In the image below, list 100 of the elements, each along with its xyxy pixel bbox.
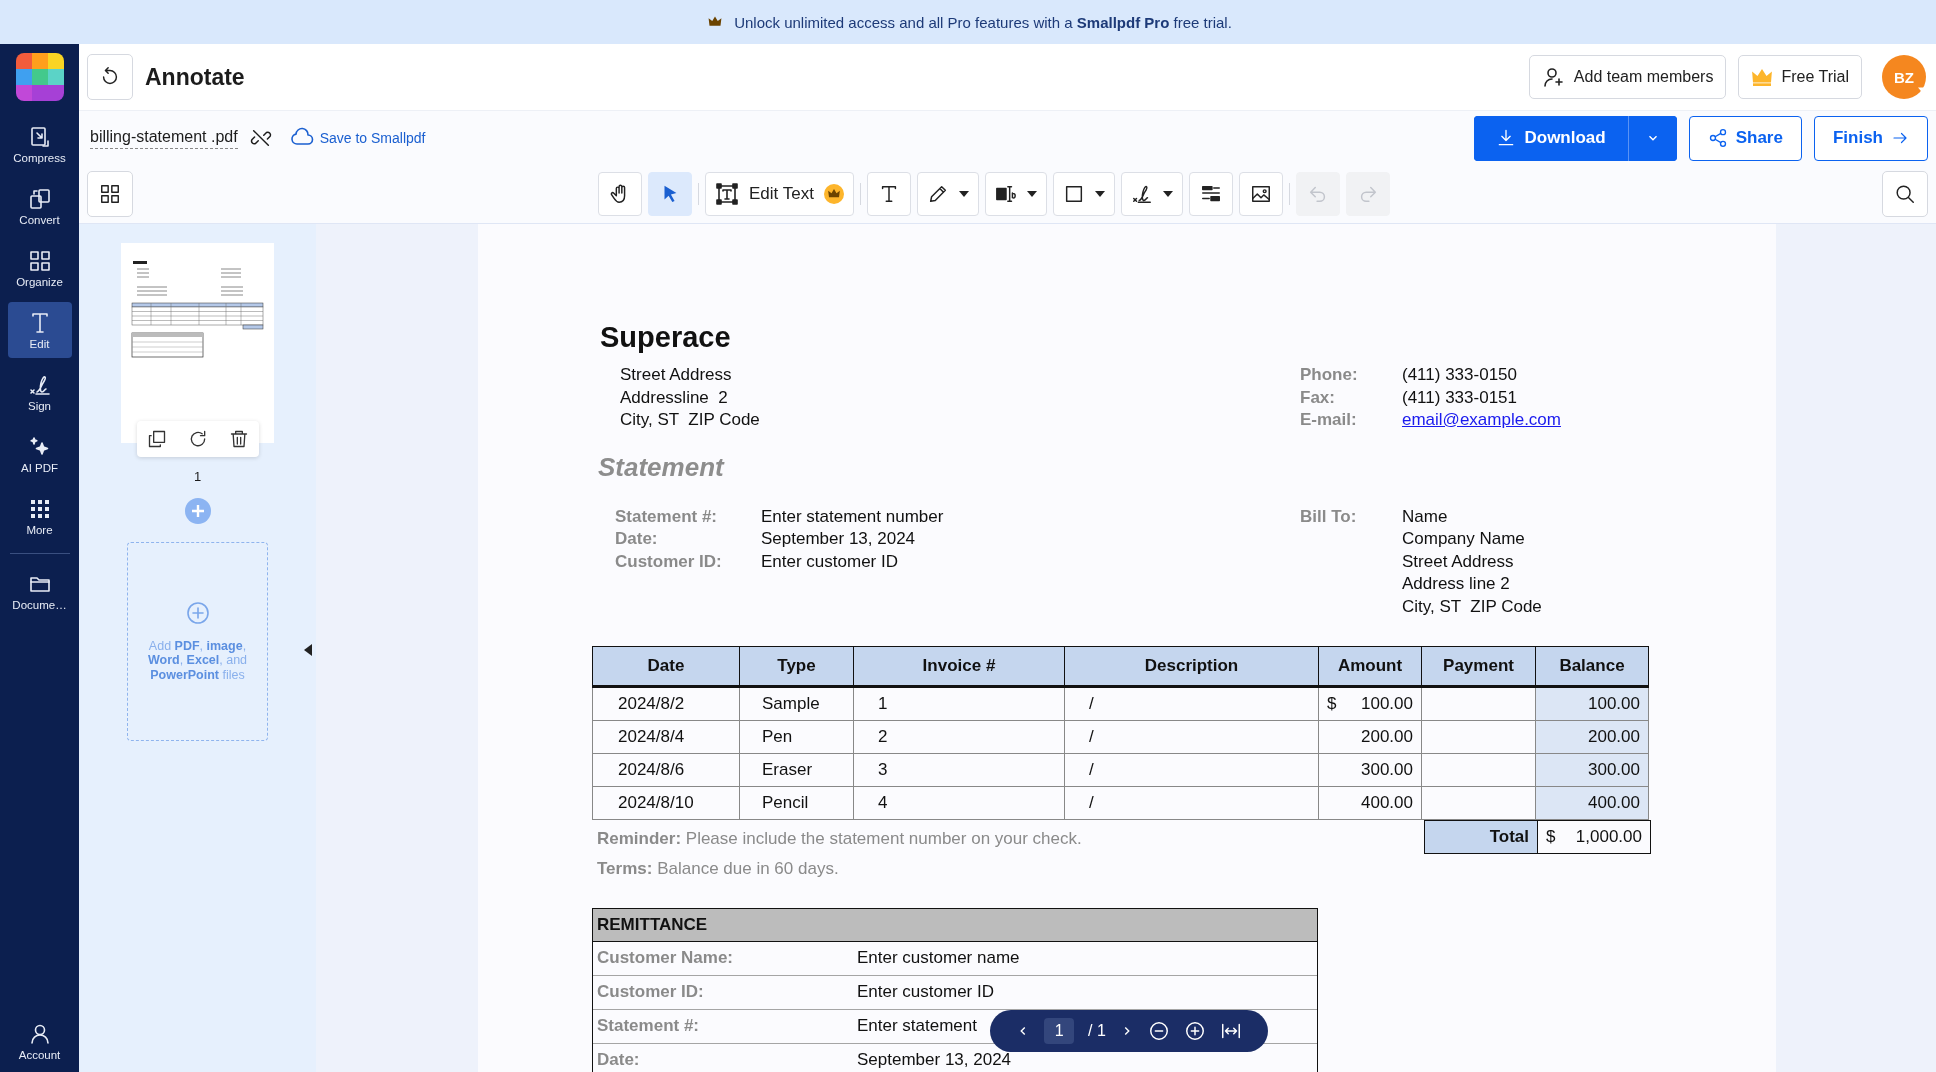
- zoom-out-button[interactable]: [1147, 1020, 1170, 1042]
- table-cell: Eraser: [739, 753, 854, 787]
- total-value: $ 1,000.00: [1537, 820, 1651, 854]
- column-header: Description: [1064, 646, 1319, 687]
- column-header: Type: [739, 646, 854, 687]
- tool-button[interactable]: [598, 172, 642, 216]
- tool-button[interactable]: [984, 172, 1047, 216]
- page-input[interactable]: 1: [1044, 1018, 1075, 1044]
- column-header: Amount: [1318, 646, 1422, 687]
- field-value: Enter statement number: [761, 505, 945, 528]
- bill-to-line: Company Name: [1402, 528, 1526, 550]
- bill-to-line: Name: [1402, 505, 1449, 528]
- copy-icon: [147, 429, 168, 449]
- tool-button[interactable]: [1188, 172, 1233, 216]
- tool-button[interactable]: [1120, 172, 1183, 216]
- table-cell: 2024/8/10: [592, 786, 740, 820]
- table-cell: $ 100.00: [1318, 686, 1422, 721]
- tool-button[interactable]: [916, 172, 979, 216]
- thumbnails-toggle[interactable]: [87, 171, 133, 217]
- rotate-button[interactable]: [188, 429, 208, 449]
- add-user-icon: [1541, 65, 1566, 89]
- table-cell: 400.00: [1535, 786, 1649, 820]
- remittance-title: REMITTANCE: [593, 909, 1317, 942]
- convert-icon: [27, 186, 52, 211]
- table-cell: 2024/8/6: [592, 753, 740, 787]
- sidebar-item[interactable]: Docume…: [7, 563, 72, 619]
- remittance-value: Enter customer name: [857, 947, 1020, 970]
- table-cell: /: [1064, 686, 1319, 721]
- column-header: Payment: [1421, 646, 1536, 687]
- remittance-value: Enter customer ID: [857, 981, 994, 1004]
- sidebar-item[interactable]: Compress: [7, 116, 72, 172]
- zoom-out-icon: [1147, 1020, 1170, 1042]
- duplicate-button[interactable]: [147, 429, 168, 449]
- sidebar-item[interactable]: More: [7, 488, 72, 544]
- column-header: Balance: [1535, 646, 1649, 687]
- add-members-button[interactable]: Add team members: [1528, 55, 1727, 99]
- share-icon: [1707, 128, 1728, 148]
- search-button[interactable]: [1882, 171, 1928, 217]
- sidebar-item[interactable]: Edit: [7, 302, 72, 358]
- plus-icon: [184, 498, 211, 524]
- account-button[interactable]: Account: [7, 1013, 72, 1069]
- finish-button[interactable]: Finish: [1813, 115, 1928, 161]
- share-button[interactable]: Share: [1688, 115, 1802, 161]
- page-thumbnail[interactable]: [121, 243, 274, 443]
- remittance-value: Enter statement: [857, 1015, 977, 1038]
- tool-button[interactable]: [866, 172, 911, 216]
- sidebar-item[interactable]: Organize: [7, 240, 72, 296]
- page-total: / 1: [1088, 1022, 1106, 1040]
- bill-to-line: Street Address: [1402, 550, 1515, 573]
- statement-heading: Statement: [598, 451, 726, 482]
- note-text: Reminder: Please include the statement number on your check.: [597, 828, 1083, 850]
- bill-to-label: Bill To:: [1300, 505, 1358, 528]
- bill-to-line: Address line 2: [1402, 573, 1511, 595]
- table-cell: 400.00: [1318, 786, 1422, 820]
- text-highlight-icon: [994, 183, 1017, 205]
- file-name[interactable]: billing-statement .pdf: [90, 127, 238, 149]
- note-text: Terms: Balance due in 60 days.: [597, 858, 840, 880]
- contact-value: (411) 333-0150: [1402, 364, 1518, 386]
- column-header: Invoice #: [853, 646, 1065, 687]
- total-label: Total: [1424, 820, 1538, 854]
- remittance-label: Customer Name:: [597, 947, 734, 970]
- table-cell: 300.00: [1535, 753, 1649, 787]
- table-cell: Pen: [739, 720, 854, 754]
- edit-text-button[interactable]: Edit Text: [705, 172, 854, 216]
- address-line: Street Address: [620, 364, 732, 386]
- table-cell: /: [1064, 720, 1319, 754]
- promo-text[interactable]: Unlock unlimited access and all Pro features with a Smallpdf Pro free trial.: [734, 13, 1232, 31]
- app-logo[interactable]: [15, 53, 64, 101]
- trash-icon: [228, 429, 249, 449]
- save-link[interactable]: Save to Smallpdf: [283, 125, 432, 151]
- tool-button[interactable]: [1052, 172, 1115, 216]
- contact-label: Fax:: [1300, 386, 1336, 409]
- column-header: Date: [592, 646, 740, 687]
- address-line: Addressline 2: [620, 386, 728, 409]
- unlink-icon: [249, 127, 272, 149]
- table-cell: Sample: [739, 686, 854, 721]
- contact-label: E-mail:: [1300, 409, 1358, 431]
- field-label: Customer ID:: [615, 550, 723, 573]
- collapse-icon[interactable]: [304, 644, 312, 656]
- back-button[interactable]: [87, 54, 133, 100]
- tool-button[interactable]: [1238, 172, 1283, 216]
- delete-button[interactable]: [228, 429, 249, 449]
- email-link[interactable]: email@example.com: [1402, 409, 1561, 432]
- zoom-in-icon: [1183, 1020, 1206, 1042]
- download-menu-button[interactable]: [1627, 115, 1677, 161]
- page-number: 1: [193, 469, 202, 484]
- sidebar-item[interactable]: AI PDF: [7, 426, 72, 482]
- sidebar-item[interactable]: Convert: [7, 178, 72, 234]
- sidebar-item[interactable]: Sign: [7, 364, 72, 420]
- address-line: City, ST ZIP Code: [620, 409, 760, 431]
- zoom-in-button[interactable]: [1183, 1020, 1206, 1042]
- contact-value: (411) 333-0151: [1402, 386, 1518, 409]
- grid-icon: [99, 183, 121, 205]
- field-label: Date:: [615, 528, 659, 550]
- table-cell: 200.00: [1535, 720, 1649, 754]
- field-value: September 13, 2024: [761, 528, 917, 550]
- image-icon: [1249, 183, 1272, 205]
- free-trial-button[interactable]: Free Trial: [1738, 55, 1862, 99]
- page-title: Annotate: [145, 63, 245, 91]
- company-name: Superace: [600, 320, 732, 354]
